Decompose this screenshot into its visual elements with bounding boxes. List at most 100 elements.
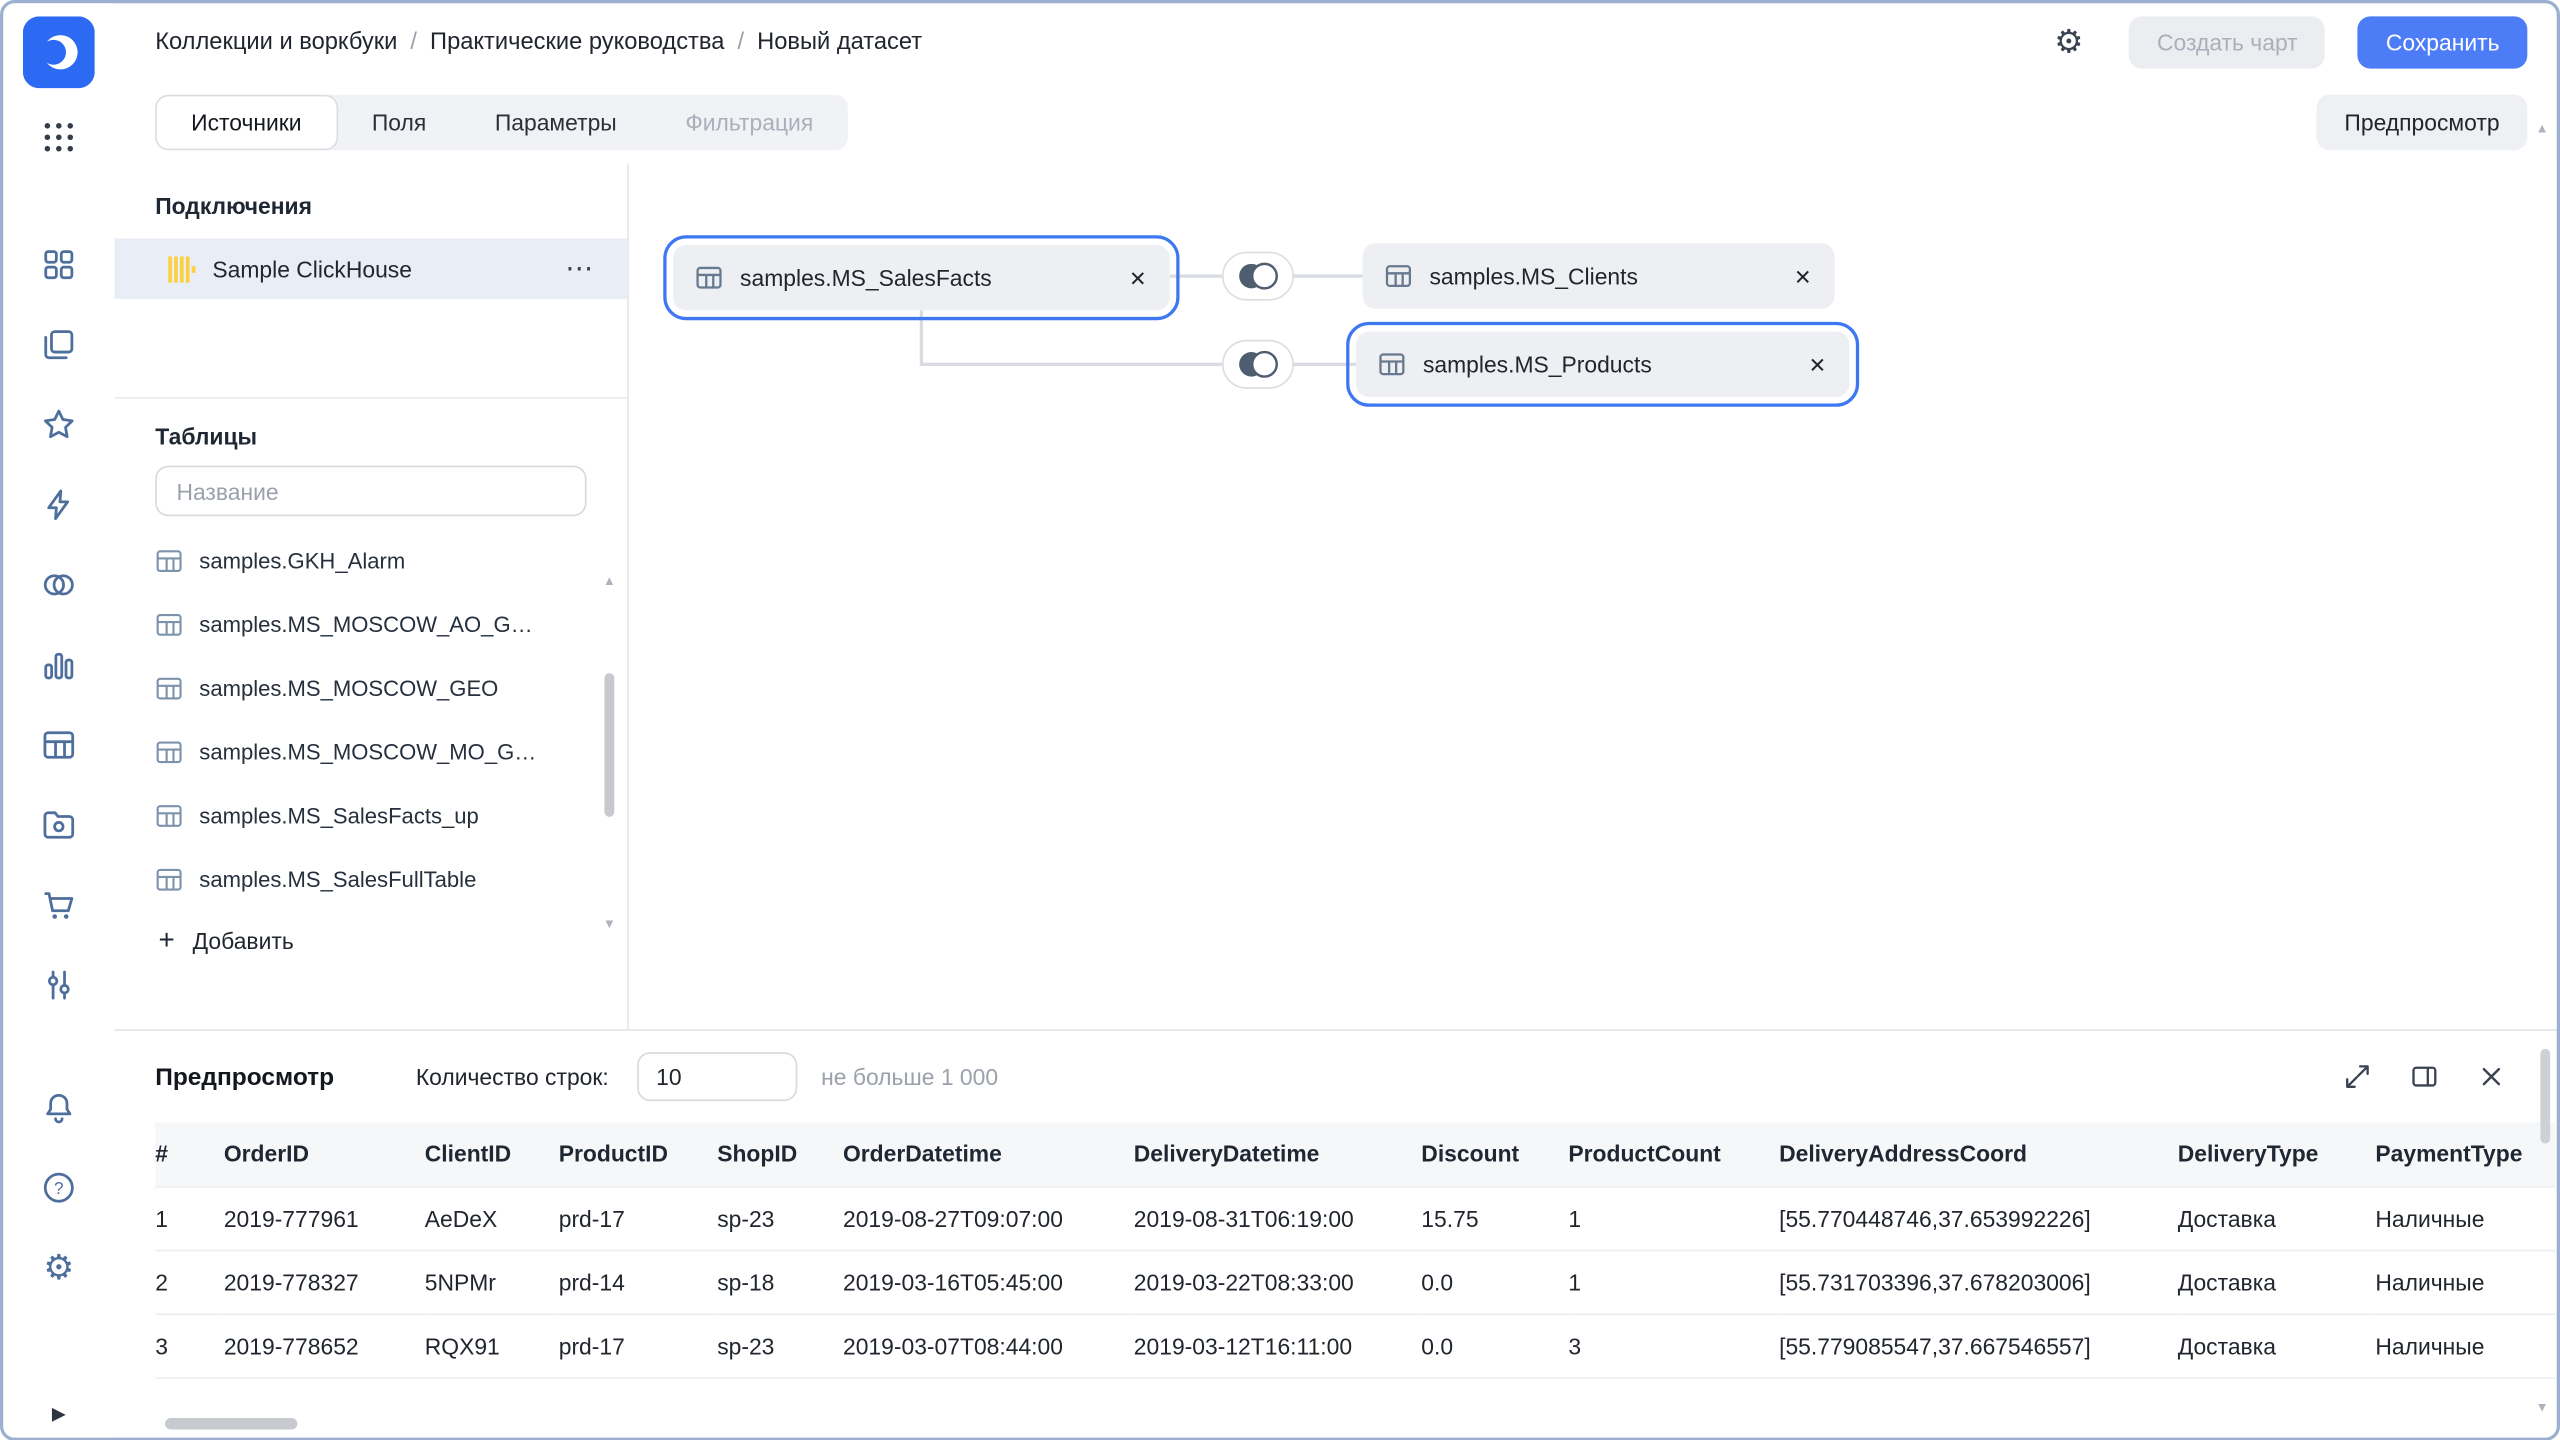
- workbooks-icon[interactable]: [39, 325, 78, 364]
- panel-divider: [114, 397, 627, 399]
- tables-title: Таблицы: [155, 423, 627, 449]
- cell: 2019-03-22T08:33:00: [1134, 1250, 1422, 1314]
- settings-icon[interactable]: ⚙: [39, 1248, 78, 1287]
- cell: prd-14: [559, 1250, 717, 1314]
- dataset-canvas[interactable]: samples.MS_SalesFacts ✕ samples.MS_Clien…: [629, 163, 2557, 1029]
- preview-table: # OrderID ClientID ProductID ShopID Orde…: [155, 1122, 2557, 1378]
- column-header: PaymentType: [2375, 1122, 2555, 1186]
- table-name: samples.MS_SalesFullTable: [199, 867, 476, 892]
- cell: 2019-03-16T05:45:00: [843, 1250, 1134, 1314]
- preview-title: Предпросмотр: [155, 1063, 334, 1091]
- table-list-item[interactable]: samples.MS_SalesFacts_up: [114, 784, 627, 848]
- connection-menu-icon[interactable]: ⋯: [565, 255, 594, 283]
- dashboards-icon[interactable]: [39, 245, 78, 284]
- cell: AeDeX: [425, 1186, 559, 1250]
- node-sales-facts[interactable]: samples.MS_SalesFacts ✕: [673, 245, 1170, 310]
- scroll-up-icon[interactable]: ▲: [603, 575, 616, 588]
- table-row: 3 2019-778652 RQX91 prd-17 sp-23 2019-03…: [155, 1313, 2555, 1377]
- dataset-tabs: Источники Поля Параметры Фильтрация: [155, 95, 847, 151]
- connections-panel: Подключения Sample ClickHouse ⋯ Таблицы …: [114, 163, 629, 1029]
- close-preview-icon[interactable]: [2475, 1060, 2508, 1093]
- datalens-logo[interactable]: [23, 16, 95, 88]
- rail-nav-group: [39, 245, 78, 1005]
- scroll-down-icon[interactable]: ▼: [603, 918, 616, 931]
- marketplace-icon[interactable]: [39, 885, 78, 924]
- connection-item-sample-clickhouse[interactable]: Sample ClickHouse ⋯: [114, 239, 627, 299]
- table-list-item[interactable]: samples.GKH_Alarm: [114, 529, 627, 593]
- scroll-down-icon[interactable]: ▼: [2536, 1400, 2549, 1415]
- join-icon[interactable]: [1222, 340, 1294, 389]
- add-table-button[interactable]: + Добавить: [114, 926, 627, 954]
- node-label: samples.MS_SalesFacts: [740, 265, 992, 291]
- cell: [55.779085547,37.667546557]: [1779, 1313, 2178, 1377]
- favorites-icon[interactable]: [39, 405, 78, 444]
- node-clients[interactable]: samples.MS_Clients ✕: [1362, 243, 1834, 308]
- connections-icon[interactable]: [39, 485, 78, 524]
- datasets-icon[interactable]: [39, 565, 78, 604]
- cell: 1: [1568, 1250, 1779, 1314]
- table-list-item[interactable]: samples.MS_MOSCOW_MO_G…: [114, 720, 627, 784]
- breadcrumb-guides[interactable]: Практические руководства: [430, 29, 724, 55]
- charts-icon[interactable]: [39, 645, 78, 684]
- table-icon: [155, 675, 183, 703]
- close-icon[interactable]: ✕: [1129, 267, 1147, 288]
- cell: 2019-778327: [224, 1250, 425, 1314]
- cell: 2019-08-27T09:07:00: [843, 1186, 1134, 1250]
- row-count-input[interactable]: [637, 1052, 797, 1101]
- save-button[interactable]: Сохранить: [2358, 16, 2527, 68]
- column-header: ProductID: [559, 1122, 717, 1186]
- cell: 0.0: [1421, 1313, 1568, 1377]
- cell: prd-17: [559, 1313, 717, 1377]
- expand-sidebar-icon[interactable]: ▶: [52, 1403, 66, 1424]
- cell: 2: [155, 1250, 224, 1314]
- table-list-item[interactable]: samples.MS_SalesFullTable: [114, 848, 627, 912]
- storage-icon[interactable]: [39, 805, 78, 844]
- cell: 2019-777961: [224, 1186, 425, 1250]
- close-icon[interactable]: ✕: [1794, 265, 1812, 286]
- close-icon[interactable]: ✕: [1809, 354, 1827, 375]
- tables-icon[interactable]: [39, 725, 78, 764]
- preview-panel: Предпросмотр Количество строк: не больше…: [114, 1029, 2556, 1437]
- tab-filtering[interactable]: Фильтрация: [651, 95, 847, 151]
- dataset-settings-gear-icon[interactable]: ⚙: [2054, 26, 2083, 59]
- tab-parameters[interactable]: Параметры: [461, 95, 652, 151]
- node-products[interactable]: samples.MS_Products ✕: [1356, 332, 1849, 397]
- vertical-scrollbar-thumb[interactable]: [2540, 1049, 2550, 1144]
- table-icon: [1377, 350, 1406, 379]
- cell: 2019-03-07T08:44:00: [843, 1313, 1134, 1377]
- horizontal-scrollbar-thumb[interactable]: [165, 1418, 297, 1429]
- clickhouse-icon: [167, 254, 196, 283]
- tab-fields[interactable]: Поля: [338, 95, 461, 151]
- dock-panel-icon[interactable]: [2408, 1060, 2441, 1093]
- apps-grid-icon[interactable]: [39, 118, 78, 157]
- cell: 3: [155, 1313, 224, 1377]
- table-list-item[interactable]: samples.MS_MOSCOW_GEO: [114, 657, 627, 721]
- table-search-input[interactable]: [155, 466, 586, 517]
- breadcrumb-current: Новый датасет: [757, 29, 922, 55]
- cell: 1: [1568, 1186, 1779, 1250]
- connection-name: Sample ClickHouse: [212, 256, 412, 282]
- node-label: samples.MS_Products: [1423, 351, 1652, 377]
- notifications-icon[interactable]: [39, 1088, 78, 1127]
- flows-icon[interactable]: [39, 966, 78, 1005]
- cell: 0.0: [1421, 1250, 1568, 1314]
- join-connector-line: [920, 310, 922, 364]
- tables-list-scrollbar: ▲ ▼: [601, 575, 617, 931]
- cell: [55.770448746,37.653992226]: [1779, 1186, 2178, 1250]
- table-list-item[interactable]: samples.MS_MOSCOW_AO_G…: [114, 593, 627, 657]
- expand-preview-icon[interactable]: [2341, 1060, 2374, 1093]
- scroll-up-icon[interactable]: ▲: [2536, 121, 2549, 136]
- breadcrumb-collections[interactable]: Коллекции и воркбуки: [155, 29, 397, 55]
- preview-toggle-button[interactable]: Предпросмотр: [2317, 95, 2528, 151]
- cell: Доставка: [2178, 1250, 2376, 1314]
- cell: prd-17: [559, 1186, 717, 1250]
- breadcrumb-separator: /: [737, 29, 744, 55]
- svg-text:?: ?: [54, 1178, 64, 1198]
- tab-sources[interactable]: Источники: [155, 95, 337, 151]
- create-chart-button[interactable]: Создать чарт: [2129, 16, 2325, 68]
- help-icon[interactable]: ?: [39, 1168, 78, 1207]
- main-area: Коллекции и воркбуки / Практические руко…: [114, 3, 2556, 1437]
- join-icon[interactable]: [1222, 252, 1294, 301]
- add-table-label: Добавить: [193, 927, 294, 953]
- scrollbar-thumb[interactable]: [604, 673, 614, 817]
